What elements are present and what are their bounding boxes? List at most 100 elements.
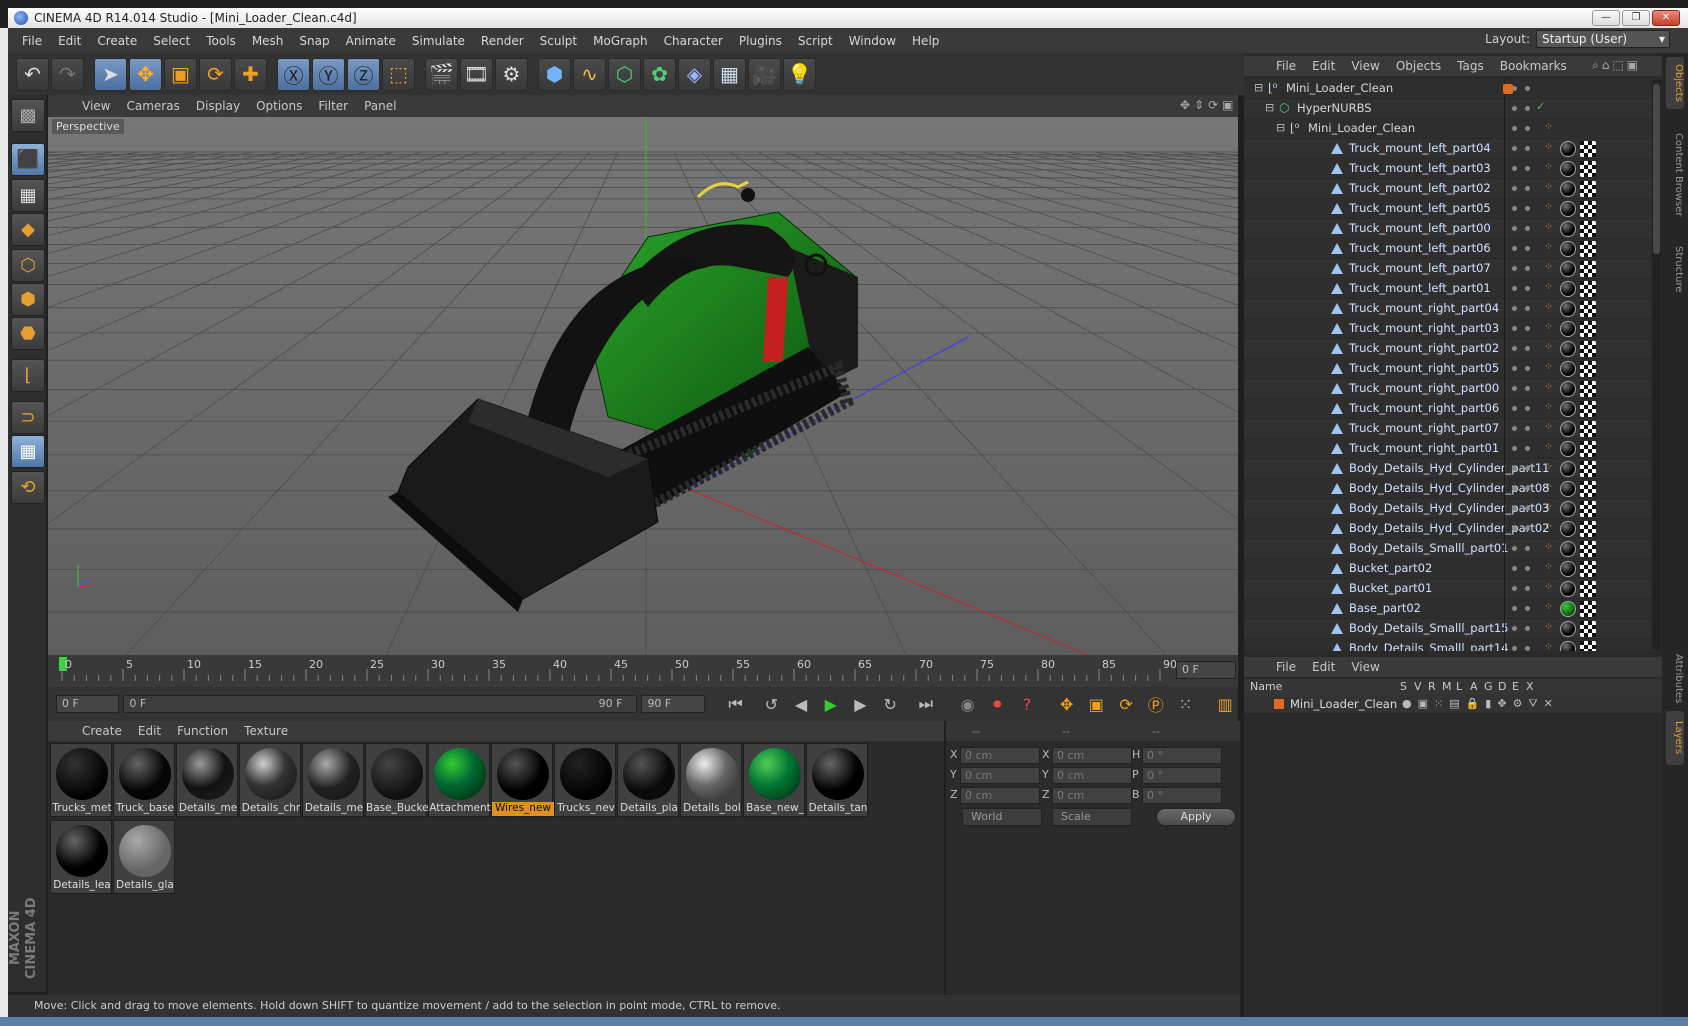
menu-select[interactable]: Select [153,34,190,48]
object-name[interactable]: Body_Details_Hyd_Cylinder_part03 [1349,501,1550,515]
texture-tag-icon[interactable] [1580,501,1596,517]
material-tag-icon[interactable] [1560,401,1576,417]
texture-tag-icon[interactable] [1580,141,1596,157]
object-row[interactable]: ⌊⁰ ⊟ Mini_Loader_Clean ⁘ [1244,119,1656,139]
axis-mode-icon[interactable]: ⌊ [11,359,45,392]
phong-tag-icon[interactable]: ⁘ [1544,640,1553,651]
texture-tag-icon[interactable] [1580,541,1596,557]
render-visibility-dot[interactable] [1525,166,1530,171]
material-swatch[interactable]: Attachment [428,743,491,817]
coordinate-system-icon[interactable]: ⬚ [382,57,415,91]
material-name[interactable]: Details_gla [114,879,176,893]
texture-tag-icon[interactable] [1580,621,1596,637]
material-name[interactable]: Details_chr [240,802,302,816]
material-tag-icon[interactable] [1560,201,1576,217]
scrollbar-thumb[interactable] [1653,84,1660,254]
layer-column-header[interactable]: X [1526,680,1534,693]
texture-tag-icon[interactable] [1580,441,1596,457]
side-tab-objects[interactable]: Objects [1666,57,1684,109]
phong-tag-icon[interactable]: ⁘ [1544,260,1553,273]
render-visibility-dot[interactable] [1525,486,1530,491]
coord-value-field[interactable]: 0 ° [1142,747,1222,764]
object-row[interactable]: Truck_mount_left_part06 ⁘ [1244,239,1656,259]
object-name[interactable]: Truck_mount_right_part02 [1349,341,1499,355]
object-row[interactable]: Truck_mount_right_part01 ⁘ [1244,439,1656,459]
layer-color-tag[interactable] [1503,84,1513,94]
phong-tag-icon[interactable]: ⁘ [1544,220,1553,233]
menu-snap[interactable]: Snap [299,34,329,48]
material-preview-ball[interactable] [497,748,549,800]
frame-range-slider[interactable]: 0 F 90 F [123,695,638,713]
expand-toggle-icon[interactable]: ⊟ [1265,101,1274,114]
editor-visibility-dot[interactable] [1512,366,1517,371]
texture-tag-icon[interactable] [1580,281,1596,297]
render-visibility-dot[interactable] [1525,586,1530,591]
editor-visibility-dot[interactable] [1512,206,1517,211]
phong-tag-icon[interactable]: ⁘ [1544,420,1553,433]
menu-script[interactable]: Script [798,34,833,48]
texture-tag-icon[interactable] [1580,381,1596,397]
phong-tag-icon[interactable]: ⁘ [1544,380,1553,393]
render-visibility-dot[interactable] [1525,426,1530,431]
phong-tag-icon[interactable]: ⁘ [1544,340,1553,353]
object-name[interactable]: Body_Details_Smalll_part15 [1349,621,1509,635]
points-mode-icon[interactable]: ⬡ [11,249,45,282]
texture-tag-icon[interactable] [1580,521,1596,537]
object-manager-nav-icons[interactable]: ⌕⌂⬚▣ [1592,58,1641,73]
move-tool-icon[interactable]: ✥ [129,57,162,91]
phong-tag-icon[interactable]: ⁘ [1544,620,1553,633]
object-name[interactable]: Truck_mount_left_part00 [1349,221,1491,235]
layer-column-header[interactable]: A [1470,680,1478,693]
material-name[interactable]: Base_new_ [744,802,806,816]
object-name[interactable]: HyperNURBS [1297,101,1372,115]
render-visibility-dot[interactable] [1525,226,1530,231]
phong-tag-icon[interactable]: ⁘ [1544,120,1553,133]
editor-visibility-dot[interactable] [1512,526,1517,531]
object-name[interactable]: Body_Details_Hyd_Cylinder_part02 [1349,521,1550,535]
object-name[interactable]: Truck_mount_left_part03 [1349,161,1491,175]
texture-tag-icon[interactable] [1580,321,1596,337]
object-row[interactable]: Truck_mount_right_part07 ⁘ [1244,419,1656,439]
editor-visibility-dot[interactable] [1512,566,1517,571]
coordinate-mode-dropdown[interactable]: World [962,808,1042,826]
object-row[interactable]: Truck_mount_left_part04 ⁘ [1244,139,1656,159]
render-visibility-dot[interactable] [1525,606,1530,611]
timeline-ruler[interactable]: 0 5 10 15 20 25 30 35 40 45 50 55 60 65 70 75 80 85 90 0 F [48,655,1238,687]
menu-character[interactable]: Character [664,34,723,48]
texture-tag-icon[interactable] [1580,181,1596,197]
object-menu-view[interactable]: View [1351,59,1379,73]
material-tag-icon[interactable] [1560,381,1576,397]
material-name[interactable]: Trucks_met [51,802,113,816]
object-name[interactable]: Truck_mount_left_part06 [1349,241,1491,255]
material-tag-icon[interactable] [1560,241,1576,257]
object-list-scrollbar[interactable] [1652,80,1661,650]
material-tag-icon[interactable] [1560,161,1576,177]
menu-help[interactable]: Help [912,34,939,48]
texture-tag-icon[interactable] [1580,361,1596,377]
texture-tag-icon[interactable] [1580,641,1596,651]
material-preview-ball[interactable] [686,748,738,800]
material-preview-ball[interactable] [119,825,171,877]
material-name[interactable]: Details_pla [618,802,680,816]
phong-tag-icon[interactable]: ⁘ [1544,600,1553,613]
expand-toggle-icon[interactable]: ⊟ [1254,81,1263,94]
object-row[interactable]: Truck_mount_right_part05 ⁘ [1244,359,1656,379]
floor-icon[interactable]: ▦ [713,57,746,91]
enable-snap-icon[interactable]: ▦ [11,435,45,468]
material-tag-icon[interactable] [1560,421,1576,437]
recent-tool-icon[interactable]: ✚ [234,57,267,91]
texture-tag-icon[interactable] [1580,261,1596,277]
3d-viewport[interactable]: Perspective [48,117,1238,655]
layer-column-header[interactable]: G [1484,680,1493,693]
object-name[interactable]: Truck_mount_right_part01 [1349,441,1499,455]
material-tag-icon[interactable] [1560,321,1576,337]
editor-visibility-dot[interactable] [1512,306,1517,311]
render-visibility-dot[interactable] [1525,146,1530,151]
material-preview-ball[interactable] [371,748,423,800]
phong-tag-icon[interactable]: ⁘ [1544,320,1553,333]
end-frame-field[interactable]: 90 F [641,695,705,713]
editor-visibility-dot[interactable] [1512,266,1517,271]
material-tag-icon[interactable] [1560,521,1576,537]
object-name[interactable]: Body_Details_Hyd_Cylinder_part11 [1349,461,1550,475]
material-menu-function[interactable]: Function [177,724,228,738]
